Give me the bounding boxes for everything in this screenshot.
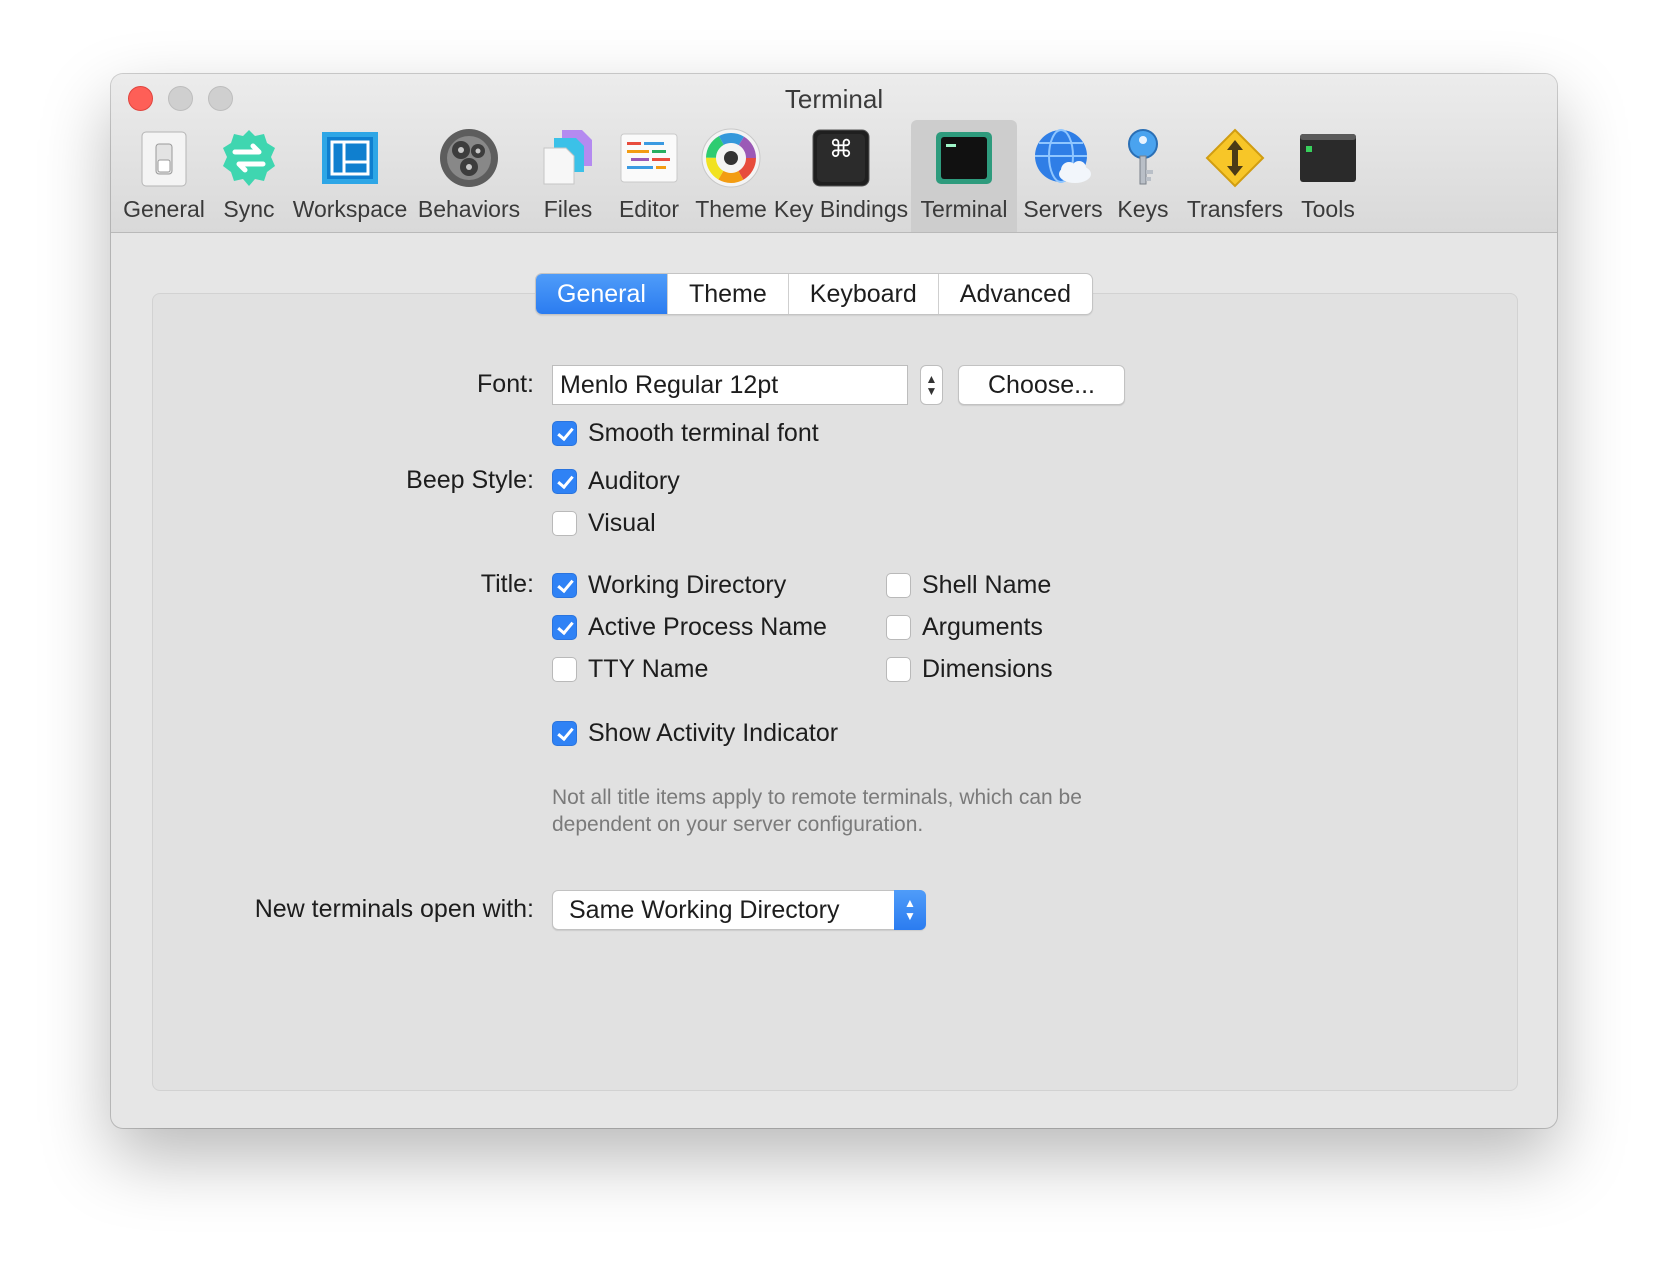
font-field[interactable]: Menlo Regular 12pt bbox=[552, 365, 908, 405]
tab-bar: General Theme Keyboard Advanced bbox=[535, 273, 1093, 315]
toolbar-editor[interactable]: Editor bbox=[611, 120, 687, 232]
working-directory-label: Working Directory bbox=[588, 571, 787, 599]
toolbar-behaviors[interactable]: Behaviors bbox=[413, 120, 525, 232]
toolbar-workspace[interactable]: Workspace bbox=[291, 120, 409, 232]
dimensions-row[interactable]: Dimensions bbox=[886, 655, 1053, 684]
new-terminals-popup[interactable]: Same Working Directory ▲ ▼ bbox=[552, 890, 926, 930]
arguments-label: Arguments bbox=[922, 613, 1043, 641]
window-title: Terminal bbox=[784, 84, 884, 114]
switch-icon bbox=[141, 131, 187, 187]
working-directory-row[interactable]: Working Directory bbox=[552, 571, 786, 600]
popup-arrows-icon[interactable]: ▲ ▼ bbox=[894, 890, 926, 930]
tty-name-row[interactable]: TTY Name bbox=[552, 655, 708, 684]
toolbar-label: General bbox=[123, 196, 205, 222]
visual-label: Visual bbox=[588, 509, 656, 537]
toolbar-label: Key Bindings bbox=[773, 196, 909, 222]
activity-indicator-row[interactable]: Show Activity Indicator bbox=[552, 719, 838, 748]
key-icon bbox=[1128, 129, 1158, 185]
tab-advanced[interactable]: Advanced bbox=[937, 274, 1092, 314]
dimensions-label: Dimensions bbox=[922, 655, 1053, 683]
activity-indicator-checkbox[interactable] bbox=[552, 721, 577, 746]
tools-icon bbox=[1300, 134, 1356, 182]
new-terminals-value: Same Working Directory bbox=[569, 896, 840, 924]
gears-icon bbox=[440, 129, 498, 187]
font-size-stepper[interactable]: ▲ ▼ bbox=[920, 365, 943, 405]
command-key-icon: ⌘ bbox=[812, 129, 870, 187]
help-note: Not all title items apply to remote term… bbox=[552, 786, 1082, 836]
title-label: Title: bbox=[480, 570, 534, 598]
smooth-font-checkbox[interactable] bbox=[552, 421, 577, 446]
visual-checkbox[interactable] bbox=[552, 511, 577, 536]
active-process-label: Active Process Name bbox=[588, 613, 827, 641]
tab-theme[interactable]: Theme bbox=[666, 274, 788, 314]
toolbar-label: Editor bbox=[618, 196, 680, 222]
toolbar-general[interactable]: General bbox=[121, 120, 207, 232]
arguments-checkbox[interactable] bbox=[886, 615, 911, 640]
working-directory-checkbox[interactable] bbox=[552, 573, 577, 598]
shell-name-checkbox[interactable] bbox=[886, 573, 911, 598]
activity-indicator-label: Show Activity Indicator bbox=[588, 719, 839, 747]
tty-name-label: TTY Name bbox=[588, 655, 709, 683]
toolbar-theme[interactable]: Theme bbox=[691, 120, 771, 232]
active-process-row[interactable]: Active Process Name bbox=[552, 613, 827, 642]
toolbar-label: Terminal bbox=[920, 196, 1008, 222]
arguments-row[interactable]: Arguments bbox=[886, 613, 1043, 642]
preferences-window: Terminal General Sync Workspace Behavior… bbox=[111, 74, 1557, 1128]
tty-name-checkbox[interactable] bbox=[552, 657, 577, 682]
tab-general[interactable]: General bbox=[536, 274, 667, 314]
choose-font-button[interactable]: Choose... bbox=[958, 365, 1125, 405]
transfer-arrows-icon bbox=[1205, 128, 1265, 188]
settings-panel bbox=[152, 293, 1518, 1091]
shell-name-label: Shell Name bbox=[922, 571, 1052, 599]
toolbar-tools[interactable]: Tools bbox=[1293, 120, 1363, 232]
auditory-row[interactable]: Auditory bbox=[552, 467, 680, 496]
toolbar-label: Tools bbox=[1301, 196, 1355, 222]
font-label: Font: bbox=[477, 370, 534, 398]
visual-row[interactable]: Visual bbox=[552, 509, 656, 538]
dimensions-checkbox[interactable] bbox=[886, 657, 911, 682]
toolbar-label: Workspace bbox=[292, 196, 408, 222]
auditory-checkbox[interactable] bbox=[552, 469, 577, 494]
smooth-font-row[interactable]: Smooth terminal font bbox=[552, 419, 819, 448]
toolbar-keys[interactable]: Keys bbox=[1109, 120, 1177, 232]
toolbar-servers[interactable]: Servers bbox=[1021, 120, 1105, 232]
titlebar: Terminal General Sync Workspace Behavior… bbox=[111, 74, 1557, 233]
toolbar-label: Theme bbox=[695, 196, 767, 222]
active-process-checkbox[interactable] bbox=[552, 615, 577, 640]
auditory-label: Auditory bbox=[588, 467, 680, 495]
workspace-icon bbox=[322, 132, 378, 184]
terminal-icon bbox=[936, 132, 992, 184]
sync-icon bbox=[223, 130, 275, 186]
svg-text:⌘: ⌘ bbox=[829, 135, 853, 163]
toolbar-label: Keys bbox=[1117, 196, 1169, 222]
editor-icon bbox=[620, 133, 678, 183]
toolbar-label: Servers bbox=[1023, 196, 1103, 222]
new-terminals-label: New terminals open with: bbox=[254, 895, 534, 923]
toolbar-transfers[interactable]: Transfers bbox=[1181, 120, 1289, 232]
toolbar-label: Sync bbox=[223, 196, 275, 222]
globe-cloud-icon bbox=[1035, 129, 1091, 183]
beep-style-label: Beep Style: bbox=[406, 466, 534, 494]
toolbar-label: Behaviors bbox=[417, 196, 521, 222]
chevron-down-icon[interactable]: ▼ bbox=[921, 385, 942, 397]
toolbar-label: Transfers bbox=[1186, 196, 1284, 222]
color-wheel-icon bbox=[701, 128, 761, 188]
toolbar-sync[interactable]: Sync bbox=[211, 120, 287, 232]
tab-keyboard[interactable]: Keyboard bbox=[787, 274, 938, 314]
smooth-font-label: Smooth terminal font bbox=[588, 419, 819, 447]
files-icon bbox=[543, 130, 592, 185]
toolbar-label: Files bbox=[543, 196, 593, 222]
toolbar-key-bindings[interactable]: ⌘ Key Bindings bbox=[773, 120, 909, 232]
toolbar-files[interactable]: Files bbox=[529, 120, 607, 232]
toolbar-terminal[interactable]: Terminal bbox=[911, 120, 1017, 232]
shell-name-row[interactable]: Shell Name bbox=[886, 571, 1051, 600]
